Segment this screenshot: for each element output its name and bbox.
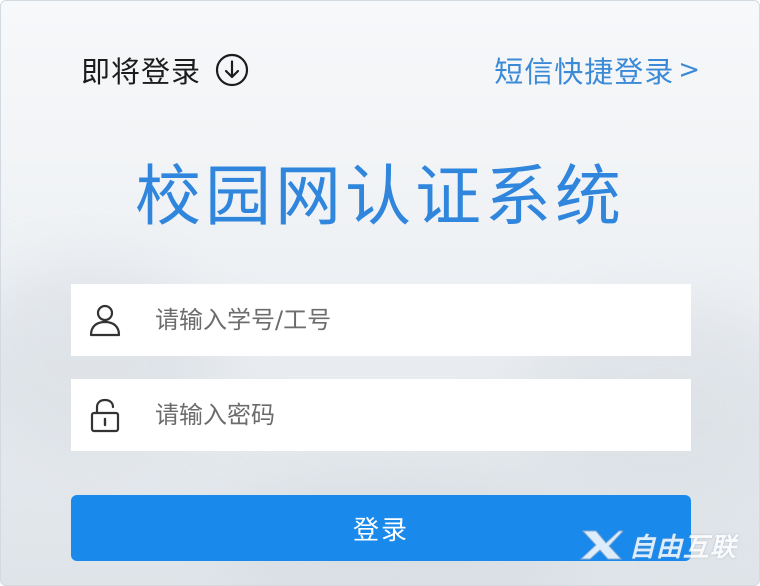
password-field[interactable] — [71, 379, 691, 451]
watermark-text: 自由互联 — [629, 532, 738, 563]
lock-icon — [90, 398, 120, 433]
login-panel: 即将登录 短信快捷登录 > 校园网认证系统 登录 — [0, 0, 760, 586]
page-title: 校园网认证系统 — [135, 158, 625, 235]
about-login-toggle[interactable]: 即将登录 — [81, 49, 249, 91]
username-input[interactable] — [155, 300, 635, 340]
sms-login-link[interactable]: 短信快捷登录 > — [494, 49, 701, 91]
sms-login-label: 短信快捷登录 — [494, 55, 675, 89]
user-icon — [89, 304, 121, 337]
password-input[interactable] — [155, 395, 635, 435]
about-login-label: 即将登录 — [81, 55, 202, 89]
watermark: 自由互联 — [579, 527, 737, 563]
chevron-right-icon: > — [678, 55, 701, 85]
top-row: 即将登录 短信快捷登录 > — [81, 47, 701, 93]
arrow-down-circle-icon[interactable] — [215, 53, 249, 87]
username-field[interactable] — [71, 284, 691, 356]
x-logo-icon — [579, 530, 623, 560]
